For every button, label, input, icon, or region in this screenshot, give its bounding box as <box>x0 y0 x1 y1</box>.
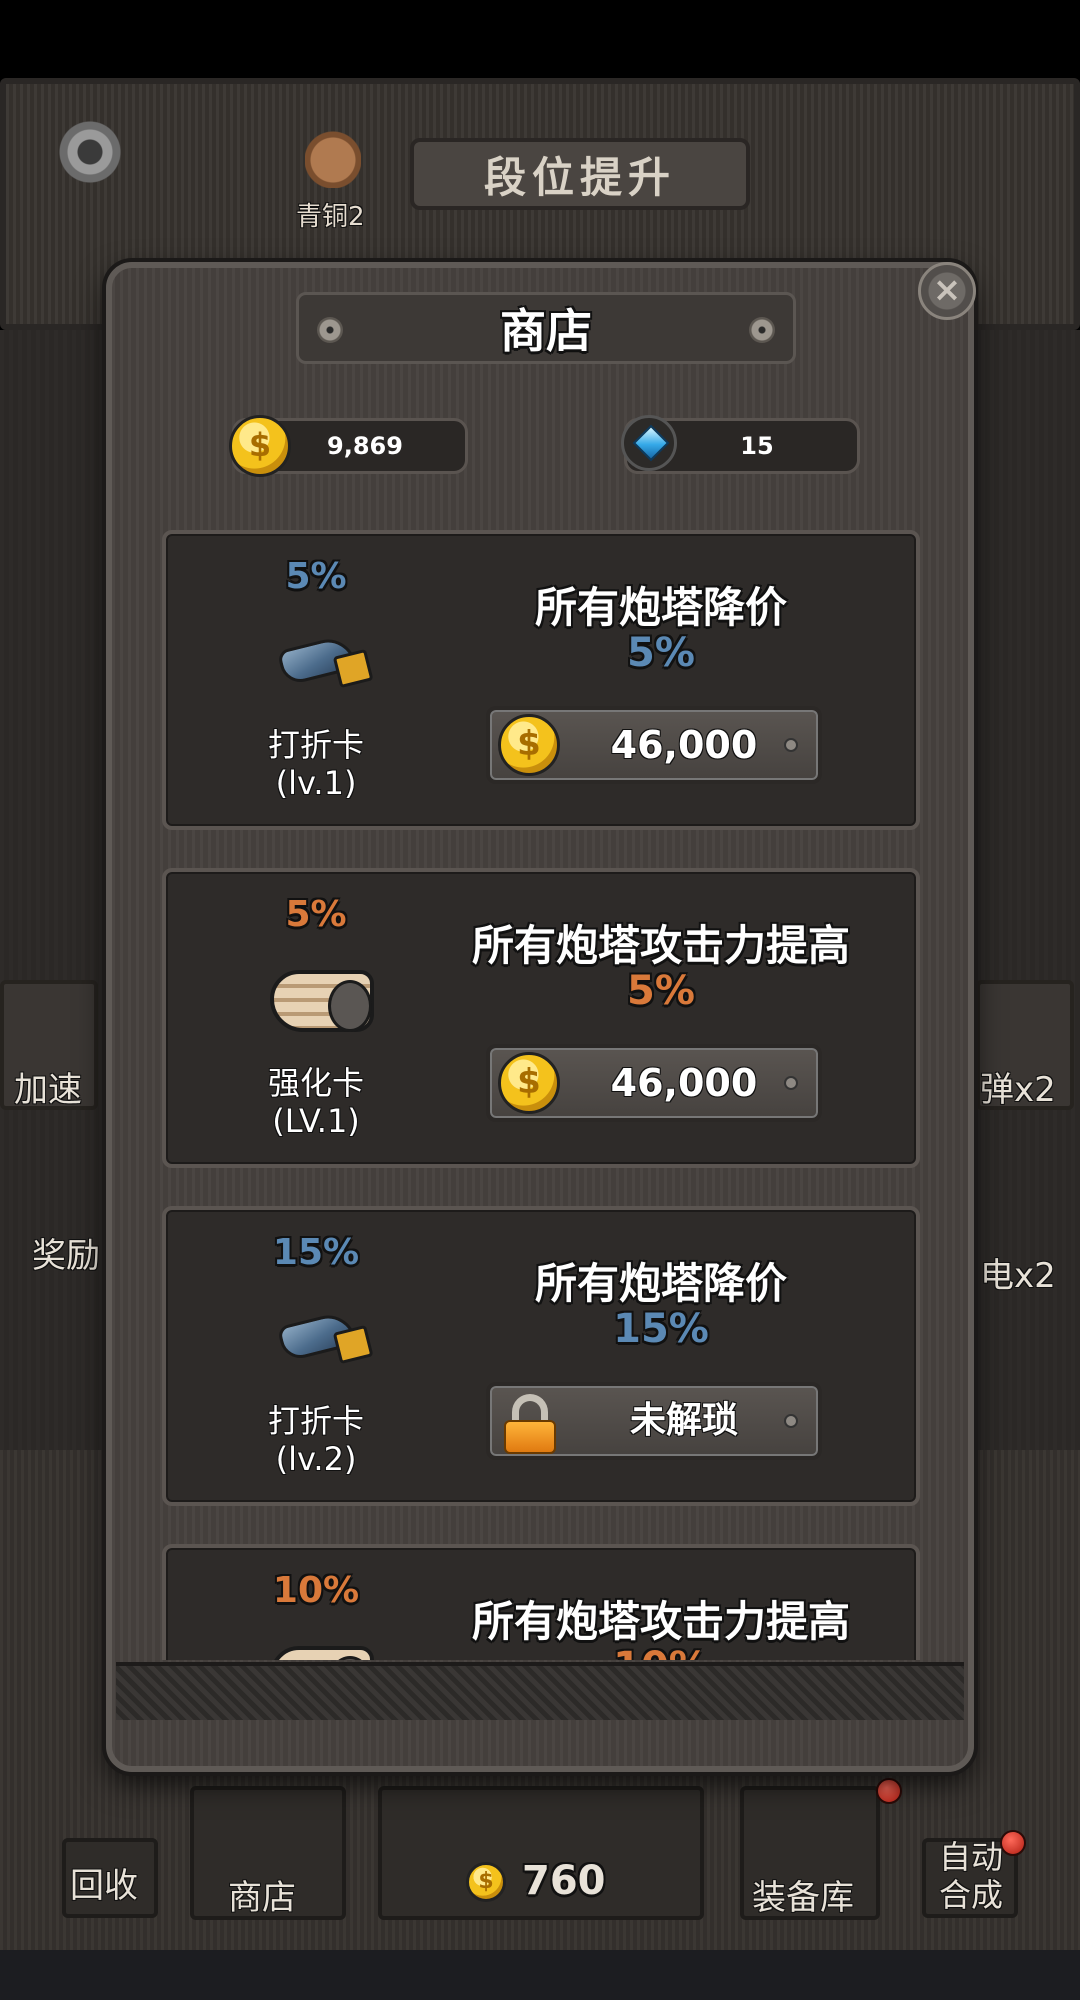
shop-dialog-footer <box>116 1662 964 1720</box>
buy-button[interactable]: $ 46,000 <box>486 706 822 784</box>
discount-card-icon <box>276 620 372 696</box>
thunder-skill-label: 电x2 <box>980 1256 1056 1296</box>
shop-item-upgrade-1: 5% 强化卡 (LV.1) 所有炮塔攻击力提高 5% $ 46,000 <box>162 868 920 1168</box>
shop-item-discount-1: 5% 打折卡 (lv.1) 所有炮塔降价 5% $ 46,000 <box>162 530 920 830</box>
rank-label: 青铜2 <box>296 202 365 232</box>
upgrade-card-icon <box>266 956 378 1042</box>
recycle-label: 回收 <box>70 1866 138 1906</box>
gem-balance-value: 15 <box>740 432 774 460</box>
item-description: 所有炮塔攻击力提高 <box>471 1597 850 1646</box>
item-name: 强化卡 (LV.1) <box>267 1064 364 1140</box>
item-name: 打折卡 (lv.1) <box>267 726 364 802</box>
coin-icon: $ <box>498 1052 560 1114</box>
item-description: 所有炮塔降价 <box>534 583 787 632</box>
shop-item-list[interactable]: 5% 打折卡 (lv.1) 所有炮塔降价 5% $ 46,000 5% 强化卡 (L… <box>112 530 968 1660</box>
locked-button[interactable]: 未解琐 <box>486 1382 822 1460</box>
item-effect-value: 5% <box>627 968 695 1014</box>
item-effect-value: 10% <box>406 1644 916 1660</box>
reward-label: 奖励 <box>32 1236 100 1276</box>
buy-button[interactable]: $ 46,000 <box>486 1044 822 1122</box>
coin-balance-value: 9,869 <box>327 432 403 460</box>
item-price: 46,000 <box>610 723 758 767</box>
item-locked-label: 未解琐 <box>629 1400 738 1441</box>
coin-icon: $ <box>498 714 560 776</box>
system-nav-strip <box>0 1950 1080 2000</box>
settings-gear-icon[interactable] <box>58 120 122 184</box>
armory-label: 装备库 <box>752 1878 854 1918</box>
rank-up-button[interactable]: 段位提升 <box>410 138 750 210</box>
coin-icon: $ <box>466 1862 506 1902</box>
bolt-icon <box>749 317 775 343</box>
item-effect-value: 15% <box>613 1306 709 1352</box>
item-price: 46,000 <box>610 1061 758 1105</box>
item-effect-value: 5% <box>627 630 695 676</box>
lock-icon <box>500 1392 560 1454</box>
rank-badge-icon <box>305 118 361 188</box>
gem-balance: 15 <box>621 415 860 474</box>
item-description: 所有炮塔降价 <box>534 1259 787 1308</box>
close-icon[interactable]: × <box>918 262 976 320</box>
upgrade-card-icon <box>266 1632 378 1660</box>
coin-balance: $ 9,869 <box>229 415 468 477</box>
item-description: 所有炮塔攻击力提高 <box>471 921 850 970</box>
shop-dialog: 商店 × $ 9,869 15 5% 打折卡 (lv.1) 所有炮塔降价 5% $… <box>106 262 976 1772</box>
shop-title-plate: 商店 <box>296 292 796 364</box>
armory-notification-dot <box>876 1778 902 1804</box>
auto-merge-label: 自动合成 <box>938 1838 1003 1914</box>
shop-item-discount-2: 15% 打折卡 (lv.2) 所有炮塔降价 15% 未解琐 <box>162 1206 920 1506</box>
item-level-pct: 10% <box>272 1570 360 1611</box>
speed-up-label: 加速 <box>14 1070 82 1110</box>
item-level-pct: 5% <box>285 894 347 935</box>
shop-tab-label: 商店 <box>228 1878 296 1918</box>
rank-up-label: 段位提升 <box>483 152 676 202</box>
bomb-skill-label: 弹x2 <box>980 1070 1056 1110</box>
discount-card-icon <box>276 1296 372 1372</box>
item-name: 打折卡 (lv.2) <box>267 1402 364 1478</box>
item-level-pct: 15% <box>272 1232 360 1273</box>
shop-item-upgrade-2: 10% 所有炮塔攻击力提高 10% <box>162 1544 920 1660</box>
auto-merge-notification-dot <box>1000 1830 1026 1856</box>
item-level-pct: 5% <box>285 556 347 597</box>
shop-title: 商店 <box>500 304 592 358</box>
buy-tower-price: 760 <box>522 1858 606 1904</box>
